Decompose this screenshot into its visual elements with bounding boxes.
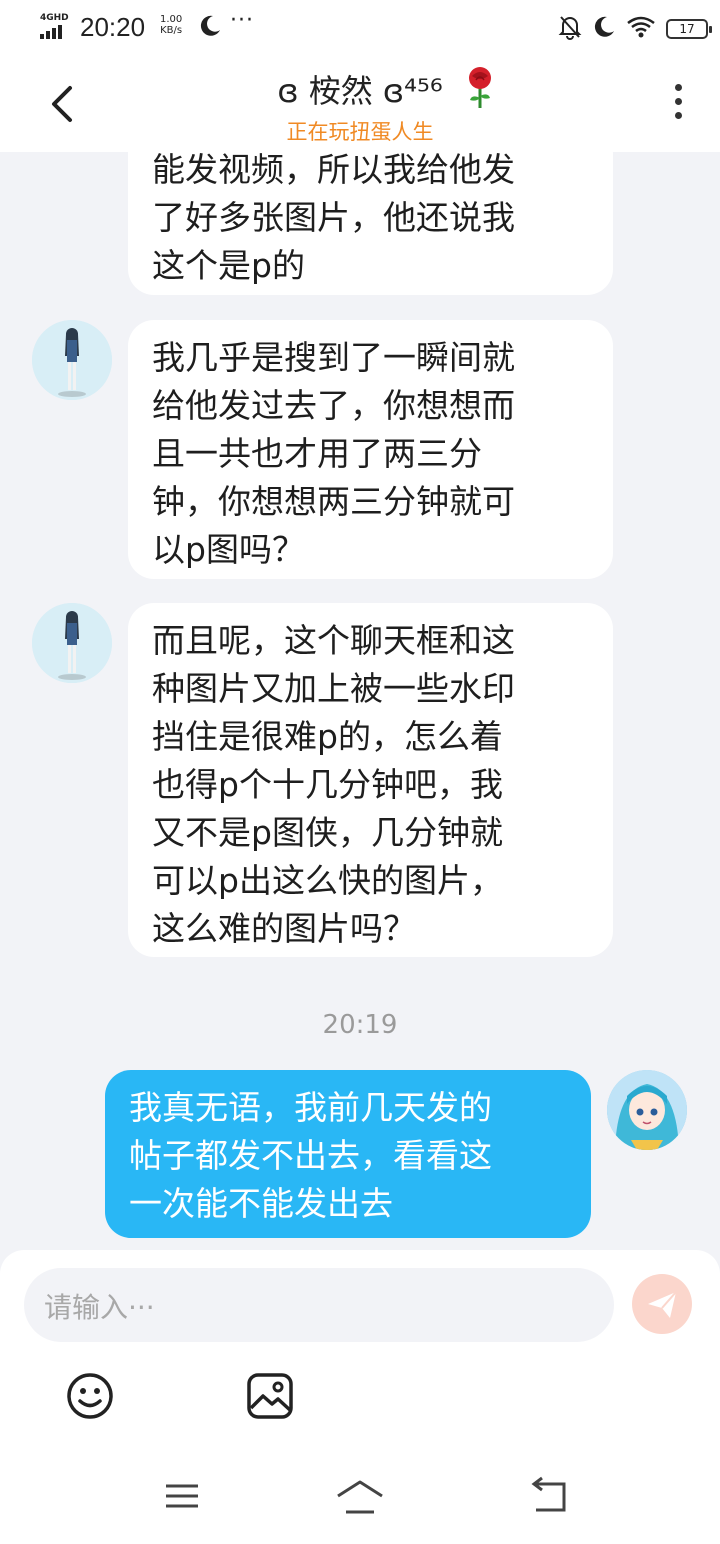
avatar-image [607,1070,687,1150]
return-icon [531,1476,566,1512]
message-bubble[interactable]: 能发视频，所以我给他发 了好多张图片，他还说我 这个是p的 [128,152,613,295]
wifi-icon [626,15,656,43]
avatar-image [32,320,112,400]
system-nav-bar [0,1450,720,1544]
status-bar: 4GHD 20:20 1.00 KB/s ··· 17 [0,0,720,56]
rose-icon [462,66,498,114]
message-bubble[interactable]: 我几乎是搜到了一瞬间就 给他发过去了，你想想而 且一共也才用了两三分 钟，你想想… [128,320,613,579]
contact-name: ɞ 桉然 ɞ⁴⁵⁶ [277,72,443,110]
chat-header: ɞ 桉然 ɞ⁴⁵⁶ 正在玩扭蛋人生 [0,56,720,152]
input-placeholder: 请输入··· [44,1291,155,1324]
status-time: 20:20 [80,12,146,42]
send-icon [648,1291,677,1318]
menu-icon [166,1484,198,1508]
emoji-button[interactable] [64,1370,116,1422]
signal-icon: 4GHD [40,13,74,41]
message-bubble[interactable]: 而且呢，这个聊天框和这 种图片又加上被一些水印 挡住是很难p的，怎么着 也得p个… [128,603,613,957]
nav-home-button[interactable] [334,1476,386,1516]
message-timestamp: 20:19 [322,1010,398,1040]
nav-back-button[interactable] [526,1476,574,1516]
activity-status: 正在玩扭蛋人生 [286,120,434,144]
composer: 请输入··· [0,1250,720,1450]
my-message-bubble[interactable]: 我真无语，我前几天发的 帖子都发不出去，看看这 一次能不能发出去 [105,1070,591,1238]
moon-icon [592,15,616,43]
more-notifications-icon: ··· [230,8,254,33]
more-menu-button[interactable] [670,84,686,124]
moon-icon [198,14,222,42]
my-avatar[interactable] [607,1070,687,1150]
image-icon [247,1373,293,1419]
network-type: 4GHD [40,13,69,23]
contact-avatar[interactable] [32,603,112,683]
message-list[interactable]: 能发视频，所以我给他发 了好多张图片，他还说我 这个是p的 我几乎是搜到了一瞬间… [0,152,720,1250]
battery-level: 17 [679,22,695,36]
battery-icon: 17 [666,19,712,39]
image-button[interactable] [244,1370,296,1422]
send-button[interactable] [632,1274,692,1334]
home-icon [337,1480,383,1514]
contact-avatar[interactable] [32,320,112,400]
mute-icon [558,14,582,44]
smiley-icon [67,1373,113,1419]
message-input[interactable]: 请输入··· [24,1268,614,1342]
network-speed: 1.00 KB/s [160,14,183,36]
nav-menu-button[interactable] [158,1476,206,1516]
avatar-image [32,603,112,683]
